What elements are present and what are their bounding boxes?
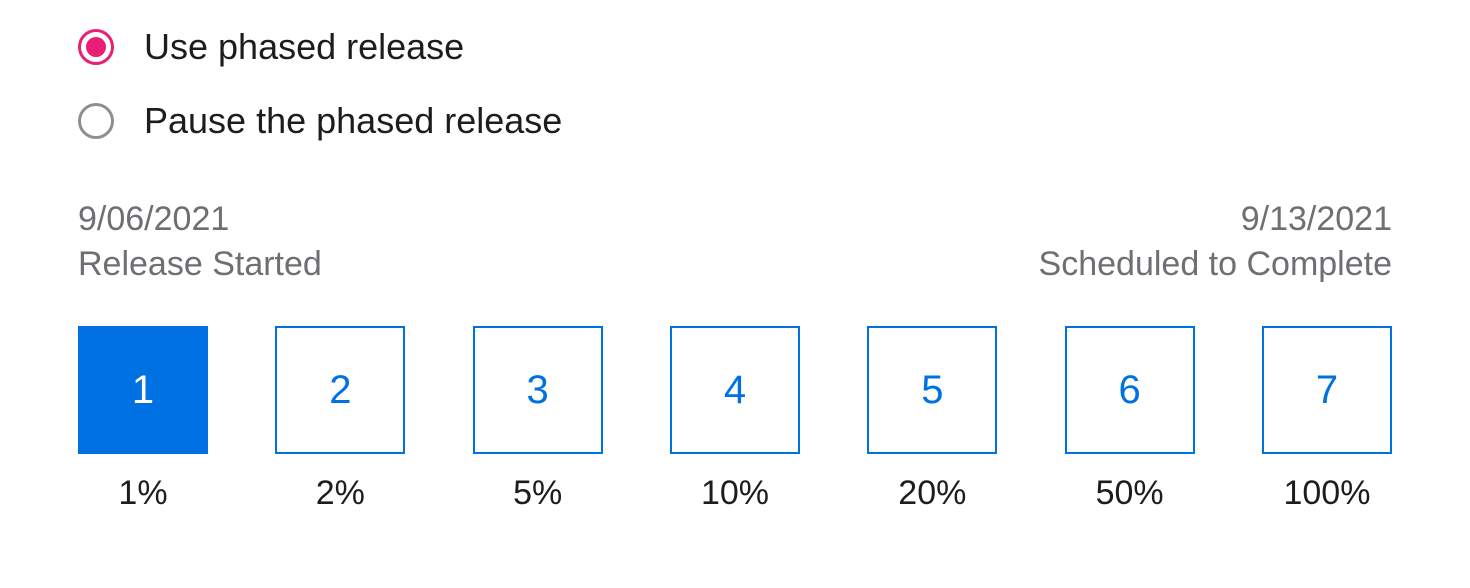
end-date: 9/13/2021 [1241, 200, 1392, 239]
day-item-2: 2 2% [275, 326, 405, 513]
release-start-info: 9/06/2021 Release Started [78, 200, 322, 284]
day-box-2[interactable]: 2 [275, 326, 405, 454]
day-percent-2: 2% [316, 474, 365, 513]
day-percent-7: 100% [1283, 474, 1370, 513]
radio-group: Use phased release Pause the phased rele… [78, 26, 1392, 142]
day-box-6[interactable]: 6 [1065, 326, 1195, 454]
day-item-6: 6 50% [1065, 326, 1195, 513]
radio-pause-phased[interactable]: Pause the phased release [78, 100, 1392, 142]
day-percent-3: 5% [513, 474, 562, 513]
day-percent-4: 10% [701, 474, 769, 513]
day-item-4: 4 10% [670, 326, 800, 513]
days-row: 1 1% 2 2% 3 5% 4 10% 5 20% 6 50% 7 100% [78, 326, 1392, 513]
radio-label-pause-phased: Pause the phased release [144, 100, 562, 142]
dates-row: 9/06/2021 Release Started 9/13/2021 Sche… [78, 200, 1392, 284]
end-label: Scheduled to Complete [1039, 245, 1392, 284]
day-percent-5: 20% [898, 474, 966, 513]
day-percent-6: 50% [1096, 474, 1164, 513]
day-item-3: 3 5% [473, 326, 603, 513]
day-item-7: 7 100% [1262, 326, 1392, 513]
day-box-5[interactable]: 5 [867, 326, 997, 454]
day-box-3[interactable]: 3 [473, 326, 603, 454]
start-date: 9/06/2021 [78, 200, 322, 239]
day-percent-1: 1% [118, 474, 167, 513]
day-item-1: 1 1% [78, 326, 208, 513]
day-box-1[interactable]: 1 [78, 326, 208, 454]
release-complete-info: 9/13/2021 Scheduled to Complete [1039, 200, 1392, 284]
day-box-7[interactable]: 7 [1262, 326, 1392, 454]
day-box-4[interactable]: 4 [670, 326, 800, 454]
radio-dot-icon [86, 37, 106, 57]
radio-use-phased[interactable]: Use phased release [78, 26, 1392, 68]
day-item-5: 5 20% [867, 326, 997, 513]
radio-button-icon [78, 103, 114, 139]
radio-label-use-phased: Use phased release [144, 26, 464, 68]
start-label: Release Started [78, 245, 322, 284]
radio-button-icon [78, 29, 114, 65]
